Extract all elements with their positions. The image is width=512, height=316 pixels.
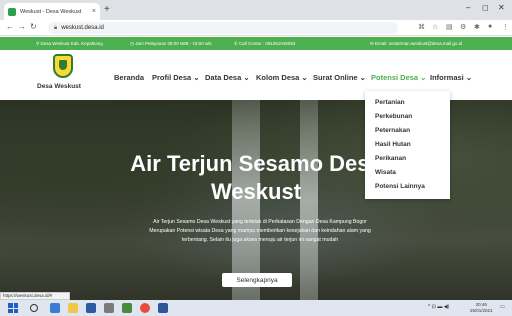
- puzzle-icon[interactable]: ✱: [474, 23, 480, 31]
- address-bar-row: ← → ↻ 🔒︎ weskust.desa.id ⌘ ☆ ▤ ⚙ ✱ ● ⋮: [0, 20, 512, 36]
- url-text: weskust.desa.id: [61, 25, 104, 31]
- task-view-icon[interactable]: [50, 303, 60, 313]
- extension-icon[interactable]: ▤: [446, 23, 453, 31]
- site-brand-name[interactable]: Desa Weskust: [37, 83, 81, 90]
- new-tab-button[interactable]: +: [104, 3, 110, 17]
- settings-icon[interactable]: ⚙: [460, 23, 466, 31]
- dropdown-item-perikanan[interactable]: Perikanan: [365, 152, 450, 166]
- dropdown-item-potensi-lainnya[interactable]: Potensi Lainnya: [365, 180, 450, 194]
- nav-beranda[interactable]: Beranda: [114, 73, 144, 82]
- profile-avatar-icon[interactable]: ●: [488, 23, 492, 30]
- taskbar: ^ ⊡ ▬ ◀) 20:46 25/01/2021 ▭: [0, 300, 512, 316]
- system-tray-icons[interactable]: ^ ⊡ ▬ ◀): [428, 304, 449, 310]
- close-window-button[interactable]: ✕: [498, 3, 505, 12]
- file-explorer-icon[interactable]: [68, 303, 78, 313]
- reload-icon[interactable]: ↻: [30, 22, 37, 31]
- clock[interactable]: 20:46 25/01/2021: [470, 302, 493, 314]
- nav-informasi[interactable]: Informasi ⌄: [430, 73, 472, 82]
- chrome-icon[interactable]: [140, 303, 150, 313]
- dropdown-item-hasil-hutan[interactable]: Hasil Hutan: [365, 138, 450, 152]
- minimize-button[interactable]: –: [466, 3, 470, 12]
- call-center-text: ✆ Call Center : 081261049093: [234, 41, 296, 46]
- dropdown-item-wisata[interactable]: Wisata: [365, 166, 450, 180]
- notification-icon[interactable]: ▭: [500, 304, 505, 310]
- village-logo-icon[interactable]: [53, 54, 73, 78]
- read-more-button[interactable]: Selengkapnya: [222, 273, 292, 287]
- email-text: ✉ Email: sosterman.weskust@desa.mail.go.…: [370, 41, 463, 46]
- tab-close-button[interactable]: ×: [92, 8, 96, 15]
- browser-tab-strip: Weskust - Desa Weskust × + – ◻ ✕: [0, 0, 512, 20]
- nav-kolom-desa[interactable]: Kolom Desa ⌄: [256, 73, 308, 82]
- potensi-desa-dropdown: Pertanian Perkebunan Peternakan Hasil Hu…: [365, 91, 450, 199]
- back-arrow-icon[interactable]: ←: [6, 22, 14, 31]
- maximize-button[interactable]: ◻: [482, 3, 489, 12]
- location-text: ⚲ Desa Weskust Kab. Kepahiang: [36, 41, 103, 46]
- status-url: https://weskust.desa.id/#: [0, 292, 70, 300]
- service-hours-text: ◷ Jam Pelayanan 08:00 WIB - 15:00 wib: [130, 41, 212, 46]
- dropdown-item-perkebunan[interactable]: Perkebunan: [365, 110, 450, 124]
- hero-description: Air Terjun Sesamo Desa Weskust yang terl…: [149, 219, 371, 243]
- app-icon[interactable]: [122, 303, 132, 313]
- mail-icon[interactable]: [86, 303, 96, 313]
- nav-profil-desa[interactable]: Profil Desa ⌄: [152, 73, 200, 82]
- bookmark-star-icon[interactable]: ☆: [432, 23, 438, 31]
- lock-icon: 🔒︎: [54, 24, 58, 31]
- nav-potensi-desa[interactable]: Potensi Desa ⌄: [371, 73, 426, 82]
- dropdown-item-peternakan[interactable]: Peternakan: [365, 124, 450, 138]
- store-icon[interactable]: [104, 303, 114, 313]
- nav-surat-online[interactable]: Surat Online ⌄: [313, 73, 366, 82]
- site-favicon-icon: [8, 7, 16, 16]
- menu-dots-icon[interactable]: ⋮: [502, 23, 509, 31]
- url-input[interactable]: 🔒︎ weskust.desa.id: [48, 22, 398, 34]
- browser-tab[interactable]: Weskust - Desa Weskust ×: [4, 3, 100, 20]
- info-bar: ⚲ Desa Weskust Kab. Kepahiang ◷ Jam Pela…: [0, 37, 512, 50]
- tab-title: Weskust - Desa Weskust: [20, 8, 82, 15]
- forward-arrow-icon[interactable]: →: [18, 22, 26, 31]
- search-icon[interactable]: [30, 304, 38, 312]
- nav-data-desa[interactable]: Data Desa ⌄: [205, 73, 250, 82]
- translate-icon[interactable]: ⌘: [418, 23, 425, 31]
- windows-start-icon[interactable]: [8, 303, 18, 313]
- dropdown-item-pertanian[interactable]: Pertanian: [365, 96, 450, 110]
- word-icon[interactable]: [158, 303, 168, 313]
